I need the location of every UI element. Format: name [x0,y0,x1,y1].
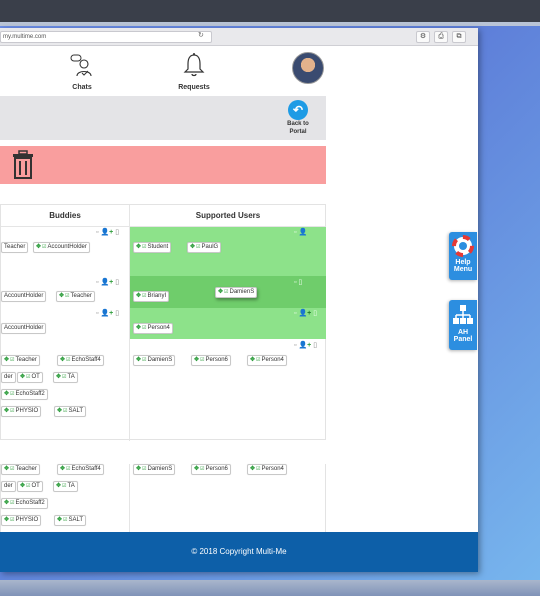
buddy-chip[interactable]: ✥☑SALT [54,406,87,417]
buddy-chip[interactable]: ✥☑Teacher [56,291,95,302]
browser-toolbar: my.multime.com ↻ ⚙ ⎙ ⧉ [0,28,478,46]
buddy-chip[interactable]: ✥☑Teacher [1,355,40,366]
row-tools[interactable]: ▫ 👤+ ▯ [96,309,119,317]
requests-label: Requests [178,84,210,91]
row-tools[interactable]: ▫ 👤+ ▯ [96,228,119,236]
browser-settings-button[interactable]: ⚙ [416,31,430,43]
buddy-chip[interactable]: ✥☑PHYSIO [1,406,42,417]
supported-user-chip[interactable]: ✥☑Person4 [247,464,287,475]
supported-user-chip[interactable]: ✥☑Person6 [191,355,231,366]
org-chart-icon [453,305,473,324]
reload-icon[interactable]: ↻ [198,31,204,39]
chats-label: Chats [72,84,92,91]
back-to-portal-button[interactable]: ↶ Back to Portal [280,100,316,136]
ah-panel-button[interactable]: AH Panel [449,300,477,350]
help-menu-button[interactable]: Help Menu [449,232,477,280]
supported-user-chip[interactable]: ✥☑PaulG [187,242,222,253]
buddy-chip[interactable]: ✥☑OT [17,481,43,492]
browser-tabs-button[interactable]: ⧉ [452,31,466,43]
supported-users-header: Supported Users [130,205,326,227]
portal-bar: ↶ Back to Portal [0,96,326,140]
monitor-top-bezel [0,0,540,26]
bell-icon [183,53,205,77]
browser-share-button[interactable]: ⎙ [434,31,448,43]
row-tools[interactable]: ▫ 👤+ ▯ [96,278,119,286]
row-tools[interactable]: ▫ 👤+ ▯ [294,341,317,349]
supported-user-chip[interactable]: ✥☑BrianyI [133,291,170,302]
buddy-chip[interactable]: ✥☑SALT [54,515,87,526]
back-arrow-icon: ↶ [288,100,308,120]
buddy-chip[interactable]: ✥☑Teacher [1,464,40,475]
buddy-chip[interactable]: ✥☑EchoStaff4 [57,355,104,366]
monitor-bottom-bezel [0,580,540,596]
address-bar[interactable]: my.multime.com [0,31,212,43]
supported-user-chip[interactable]: ✥☑Student [133,242,172,253]
buddy-chip[interactable]: AccountHolder [1,291,47,302]
buddy-chip[interactable]: Teacher [1,242,29,253]
trash-icon [13,150,33,179]
footer: © 2018 Copyright Multi-Me [0,532,478,572]
row-tools[interactable]: ▫ 👤 [294,228,307,236]
back-label-line1: Back to [287,121,309,127]
chats-icon [70,54,92,77]
supported-user-chip[interactable]: ✥☑DamienS [133,355,176,366]
supported-user-chip[interactable]: ✥☑Person6 [191,464,231,475]
buddy-chip[interactable]: ✥☑PHYSIO [1,515,42,526]
ah-label-1: AH [457,329,469,336]
bezel-stripe [0,22,540,26]
nav-chats[interactable]: Chats [60,54,104,91]
row-tools[interactable]: ▫ ▯ [294,278,302,286]
supported-user-chip[interactable]: ✥☑Person4 [133,323,173,334]
buddies-header: Buddies [1,205,129,227]
back-label-line2: Portal [289,129,307,135]
address-url: my.multime.com [3,34,47,40]
ah-label-2: Panel [453,336,473,343]
buddy-chip[interactable]: AccountHolder [1,323,47,334]
lifebuoy-icon [452,235,474,257]
delete-drop-zone[interactable] [0,146,326,184]
help-label-1: Help [455,259,471,266]
supported-user-chip[interactable]: ✥☑Person4 [247,355,287,366]
buddy-chip[interactable]: ✥☑TA [53,481,78,492]
buddy-chip[interactable]: der [1,372,16,383]
user-avatar[interactable] [292,52,324,84]
row-tools[interactable]: ▫ 👤+ ▯ [294,309,317,317]
buddy-chip[interactable]: ✥☑AccountHolder [33,242,90,253]
app-screen: my.multime.com ↻ ⚙ ⎙ ⧉ Chats Requests ↶ … [0,28,478,572]
buddy-chip[interactable]: der [1,481,16,492]
buddy-chip[interactable]: ✥☑TA [53,372,78,383]
copyright-text: © 2018 Copyright Multi-Me [191,547,287,556]
nav-requests[interactable]: Requests [168,52,220,91]
help-label-2: Menu [453,266,473,273]
dragging-chip[interactable]: ✥☑DamienS [215,287,258,298]
supported-user-chip[interactable]: ✥☑DamienS [133,464,176,475]
buddy-chip[interactable]: ✥☑EchoStaff2 [1,389,48,400]
buddy-chip[interactable]: ✥☑OT [17,372,43,383]
buddy-chip[interactable]: ✥☑EchoStaff4 [57,464,104,475]
app-header: Chats Requests [0,46,478,96]
buddy-chip[interactable]: ✥☑EchoStaff2 [1,498,48,509]
buddies-table: Buddies Supported Users ▫ 👤+ ▯ ▫ 👤 ▫ 👤+ … [0,204,326,441]
